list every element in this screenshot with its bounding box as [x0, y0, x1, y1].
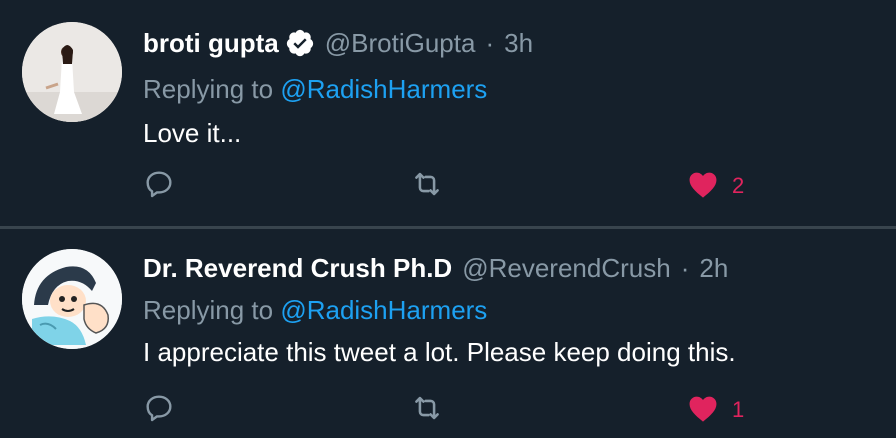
separator: · [680, 253, 690, 283]
timestamp[interactable]: 2h [699, 251, 728, 285]
avatar[interactable] [22, 249, 122, 349]
retweet-button[interactable] [410, 390, 444, 430]
replying-prefix: Replying to [143, 74, 274, 104]
avatar[interactable] [22, 22, 122, 122]
replying-prefix: Replying to [143, 295, 274, 325]
handle[interactable]: @BrotiGupta [325, 26, 476, 60]
heart-icon [686, 391, 720, 430]
verified-badge-icon [285, 28, 315, 58]
tweet-actions: 2 [0, 166, 896, 206]
retweet-icon [410, 167, 444, 206]
heart-icon [686, 167, 720, 206]
reply-button[interactable] [143, 390, 175, 430]
reply-button[interactable] [143, 166, 175, 206]
replying-to: Replying to @RadishHarmers [143, 72, 487, 106]
tweet-text: I appreciate this tweet a lot. Please ke… [143, 337, 736, 367]
display-name[interactable]: Dr. Reverend Crush Ph.D [143, 251, 452, 285]
tweet-header: broti gupta @BrotiGupta · 3h [143, 26, 533, 60]
separator: · [485, 28, 495, 58]
tweet-header: Dr. Reverend Crush Ph.D @ReverendCrush ·… [143, 251, 728, 285]
tweet-actions: 1 [0, 390, 896, 430]
like-count: 1 [732, 397, 745, 422]
tweet[interactable]: Dr. Reverend Crush Ph.D @ReverendCrush ·… [0, 229, 896, 438]
tweet[interactable]: broti gupta @BrotiGupta · 3h Replying to… [0, 0, 896, 226]
timestamp[interactable]: 3h [504, 26, 533, 60]
like-button[interactable]: 1 [686, 390, 744, 430]
mention-link[interactable]: @RadishHarmers [280, 74, 487, 104]
handle[interactable]: @ReverendCrush [462, 251, 670, 285]
like-count: 2 [732, 173, 745, 198]
retweet-icon [410, 391, 444, 430]
mention-link[interactable]: @RadishHarmers [280, 295, 487, 325]
reply-icon [143, 392, 175, 429]
replying-to: Replying to @RadishHarmers [143, 293, 487, 327]
tweet-text: Love it... [143, 118, 242, 148]
display-name[interactable]: broti gupta [143, 26, 279, 60]
like-button[interactable]: 2 [686, 166, 744, 206]
retweet-button[interactable] [410, 166, 444, 206]
reply-icon [143, 168, 175, 205]
